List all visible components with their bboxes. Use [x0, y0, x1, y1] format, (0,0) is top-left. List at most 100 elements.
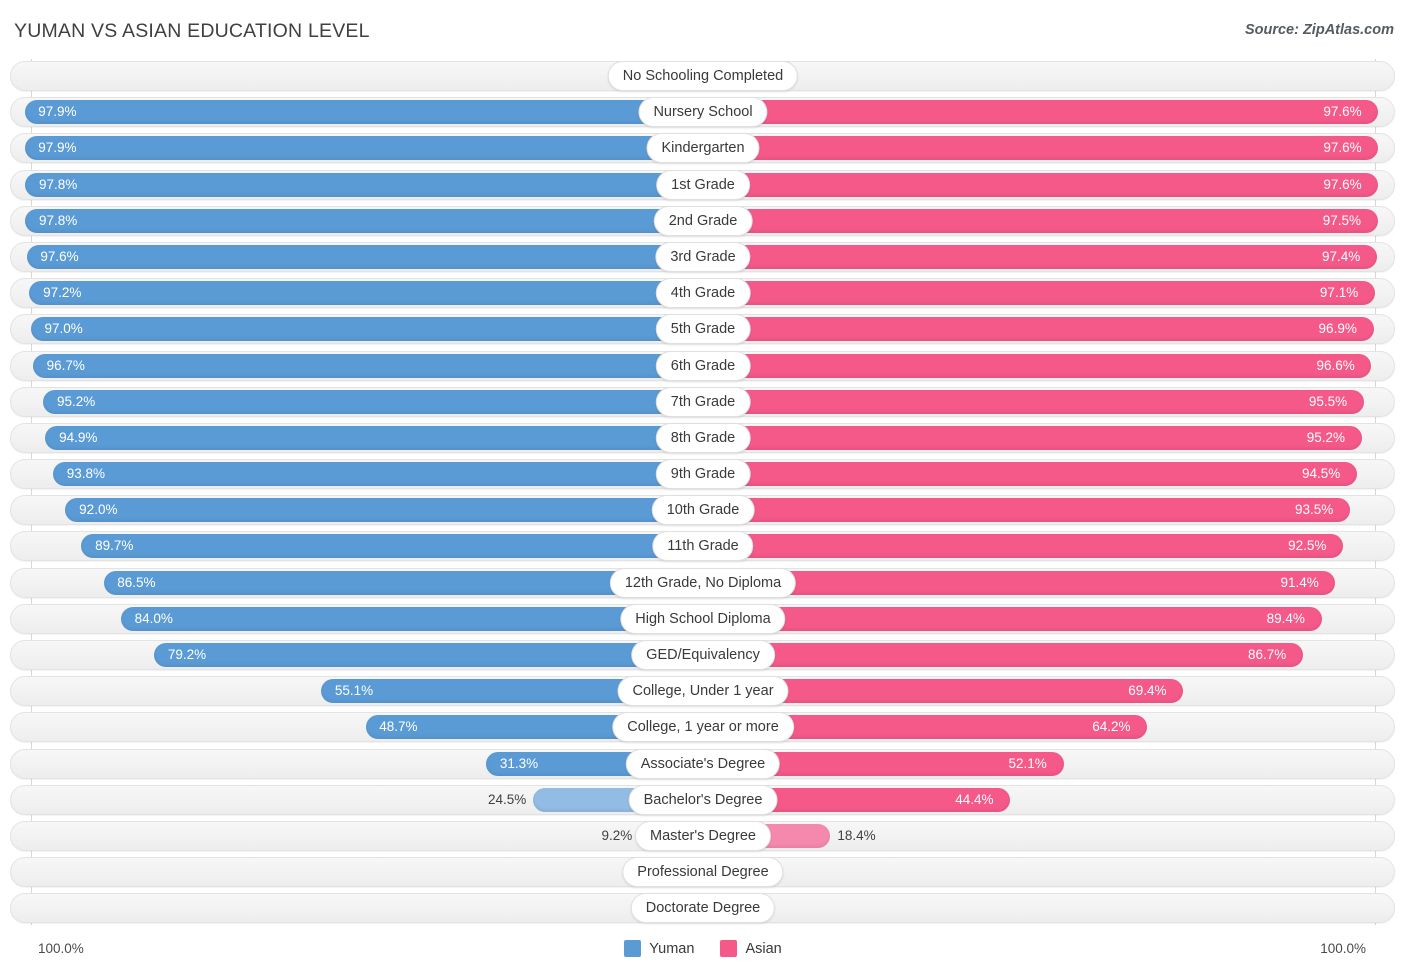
bar-value-asian: 97.6% — [1323, 104, 1362, 120]
bar-value-asian: 95.2% — [1306, 429, 1346, 445]
page-title: YUMAN VS ASIAN EDUCATION LEVEL — [14, 20, 370, 42]
bar-asian — [703, 498, 1351, 523]
bar-value-asian: 97.1% — [1319, 285, 1359, 301]
bar-value-yuman: 24.5% — [487, 791, 527, 807]
axis-label-right-max: 100.0% — [1320, 941, 1366, 956]
bar-value-asian: 86.7% — [1247, 647, 1287, 662]
category-label: 4th Grade — [655, 278, 751, 309]
bar-yuman — [24, 136, 703, 161]
bar-asian — [703, 606, 1322, 631]
table-row[interactable]: 97.0% 96.9% 5th Grade — [0, 314, 1406, 345]
table-row[interactable]: 84.0% 89.4% High School Diploma — [0, 603, 1406, 634]
bar-value-asian: 94.5% — [1301, 466, 1341, 482]
category-label: 12th Grade, No Diploma — [609, 567, 797, 598]
category-label: High School Diploma — [620, 603, 786, 634]
chart-header: YUMAN VS ASIAN EDUCATION LEVEL Source: Z… — [0, 0, 1406, 55]
table-row[interactable]: 97.9% 97.6% Nursery School — [0, 97, 1406, 128]
table-row[interactable]: 93.8% 94.5% 9th Grade — [0, 459, 1406, 490]
table-row[interactable]: 97.6% 97.4% 3rd Grade — [0, 241, 1406, 272]
table-row[interactable]: 89.7% 92.5% 11th Grade — [0, 531, 1406, 562]
bar-value-yuman: 95.2% — [56, 393, 96, 409]
table-row[interactable]: 95.2% 95.5% 7th Grade — [0, 386, 1406, 417]
table-row[interactable]: 86.5% 91.4% 12th Grade, No Diploma — [0, 567, 1406, 598]
table-row[interactable]: 97.8% 97.5% 2nd Grade — [0, 205, 1406, 236]
bar-value-asian: 92.5% — [1288, 538, 1327, 554]
legend-item-yuman[interactable]: Yuman — [624, 940, 694, 957]
bar-value-yuman: 97.0% — [44, 321, 83, 337]
bar-value-asian: 96.9% — [1318, 321, 1357, 337]
bar-value-asian: 52.1% — [1008, 755, 1047, 771]
bar-asian — [703, 534, 1344, 559]
bar-value-yuman: 93.8% — [66, 466, 105, 482]
chart-plot-area: 2.5%2.4%No Schooling Completed 97.9% 97.6%… — [0, 55, 1406, 935]
bar-value-asian: 91.4% — [1280, 574, 1319, 590]
table-row[interactable]: 1.5%2.4%Doctorate Degree — [0, 893, 1406, 924]
bar-yuman — [30, 317, 703, 342]
bar-asian — [703, 570, 1336, 595]
table-row[interactable]: 3.3%5.5%Professional Degree — [0, 857, 1406, 888]
bar-asian — [703, 244, 1377, 269]
bar-value-yuman: 97.9% — [38, 104, 77, 120]
category-label: 7th Grade — [655, 386, 751, 417]
bar-asian — [703, 643, 1303, 667]
table-row[interactable]: 79.2% 86.7% GED/Equivalency — [0, 640, 1406, 670]
bar-value-yuman: 92.0% — [79, 502, 118, 518]
bar-value-yuman: 84.0% — [134, 610, 173, 626]
category-label: 3rd Grade — [655, 241, 751, 272]
table-row[interactable]: 97.2% 97.1% 4th Grade — [0, 278, 1406, 309]
category-label: College, 1 year or more — [612, 712, 794, 743]
table-row[interactable]: 97.9% 97.6% Kindergarten — [0, 133, 1406, 164]
bar-yuman — [24, 100, 703, 125]
category-label: Professional Degree — [622, 857, 784, 888]
table-row[interactable]: 96.7% 96.6% 6th Grade — [0, 350, 1406, 381]
table-row[interactable]: 48.7% 64.2% College, 1 year or more — [0, 712, 1406, 743]
category-label: Master's Degree — [635, 820, 771, 851]
category-label: College, Under 1 year — [617, 676, 789, 707]
chart-legend: Yuman Asian — [0, 940, 1406, 957]
table-row[interactable]: 97.8% 97.6% 1st Grade — [0, 169, 1406, 200]
bar-value-yuman: 97.9% — [38, 140, 77, 156]
category-label: GED/Equivalency — [631, 640, 775, 670]
bar-value-asian: 64.2% — [1092, 719, 1131, 735]
table-row[interactable]: 24.5% 44.4% Bachelor's Degree — [0, 784, 1406, 815]
bar-value-yuman: 96.7% — [46, 357, 85, 373]
category-label: Doctorate Degree — [630, 893, 776, 924]
category-label: Bachelor's Degree — [628, 784, 778, 815]
bar-value-yuman: 94.9% — [59, 429, 98, 445]
category-label: 5th Grade — [655, 314, 751, 345]
table-row[interactable]: 9.2% 18.4% Master's Degree — [0, 820, 1406, 851]
bar-yuman — [81, 534, 703, 559]
legend-swatch-yuman-icon — [624, 940, 642, 957]
category-label: 1st Grade — [656, 169, 750, 200]
bar-value-yuman: 9.2% — [601, 827, 633, 843]
bar-asian — [703, 281, 1375, 306]
bar-value-yuman: 97.6% — [40, 248, 79, 264]
bar-asian — [703, 389, 1364, 414]
bar-value-yuman: 79.2% — [167, 647, 207, 662]
legend-label-yuman: Yuman — [649, 940, 695, 957]
category-label: 2nd Grade — [653, 205, 753, 236]
category-label: 10th Grade — [651, 495, 755, 526]
table-row[interactable]: 2.5%2.4%No Schooling Completed — [0, 61, 1406, 91]
category-label: Associate's Degree — [625, 748, 781, 779]
bar-asian — [703, 462, 1357, 487]
table-row[interactable]: 92.0% 93.5% 10th Grade — [0, 495, 1406, 526]
bar-yuman — [26, 244, 703, 269]
legend-item-asian[interactable]: Asian — [720, 940, 782, 957]
table-row[interactable]: 55.1% 69.4% College, Under 1 year — [0, 676, 1406, 707]
bar-value-asian: 97.5% — [1322, 212, 1361, 228]
bar-value-asian: 69.4% — [1128, 683, 1167, 699]
bar-value-asian: 97.6% — [1323, 176, 1362, 192]
bar-value-yuman: 89.7% — [95, 538, 134, 554]
bar-value-asian: 95.5% — [1308, 393, 1348, 409]
table-row[interactable]: 31.3% 52.1% Associate's Degree — [0, 748, 1406, 779]
bar-value-yuman: 55.1% — [334, 683, 374, 699]
legend-label-asian: Asian — [745, 940, 782, 957]
bar-value-yuman: 86.5% — [117, 574, 156, 590]
bar-yuman — [25, 208, 703, 233]
bar-value-asian: 97.4% — [1322, 248, 1361, 264]
category-label: 11th Grade — [652, 531, 754, 562]
table-row[interactable]: 94.9% 95.2% 8th Grade — [0, 422, 1406, 453]
category-label: 8th Grade — [655, 422, 751, 453]
bar-value-asian: 96.6% — [1316, 357, 1355, 373]
